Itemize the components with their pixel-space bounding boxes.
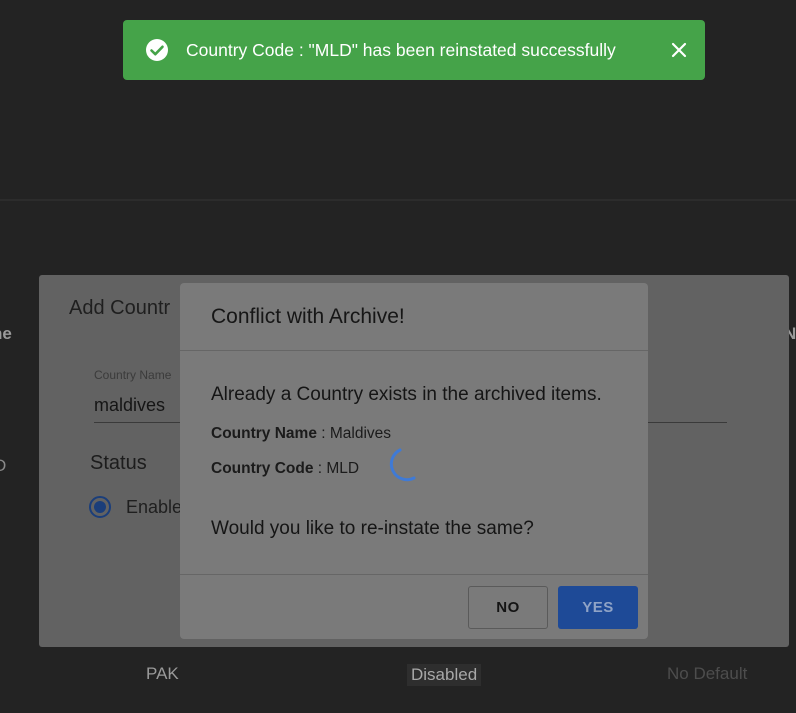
status-heading: Status	[90, 452, 147, 474]
country-name-input[interactable]: maldives	[94, 395, 165, 416]
table-cell-country-code: PAK	[146, 664, 179, 683]
reinstate-question: Would you like to re-instate the same?	[211, 518, 534, 539]
conflict-message: Already a Country exists in the archived…	[211, 384, 602, 405]
table-cell-fragment: D	[0, 456, 7, 475]
conflict-dialog-title: Conflict with Archive!	[211, 305, 405, 328]
country-name-value: Maldives	[329, 425, 392, 442]
dialog-footer-divider	[180, 574, 648, 575]
country-name-field-label: Country Name	[94, 368, 172, 382]
country-code-label: Country Code	[211, 460, 314, 477]
dialog-divider	[180, 350, 648, 351]
close-icon[interactable]	[669, 40, 689, 60]
app-screen: ne N D PAK Disabled No Default Add Count…	[0, 0, 796, 713]
archived-country-name: Country Name : Maldives	[211, 425, 392, 442]
loading-spinner-icon	[389, 448, 416, 482]
no-button[interactable]: NO	[468, 586, 548, 629]
header-divider	[0, 199, 796, 201]
toast-message: Country Code : "MLD" has been reinstated…	[186, 40, 616, 60]
status-enable-label[interactable]: Enable	[126, 497, 182, 518]
country-code-value: MLD	[326, 460, 360, 477]
success-toast: Country Code : "MLD" has been reinstated…	[123, 20, 705, 80]
table-cell-default: No Default	[667, 664, 748, 683]
table-cell-status-badge: Disabled	[407, 664, 482, 686]
country-name-label: Country Name	[211, 425, 317, 442]
archived-country-code: Country Code : MLD	[211, 460, 360, 477]
status-enable-radio[interactable]	[89, 496, 111, 518]
add-country-dialog-title: Add Countr	[69, 297, 171, 319]
column-header-fragment: ne	[0, 324, 12, 343]
yes-button[interactable]: YES	[558, 586, 638, 629]
conflict-dialog: Conflict with Archive! Already a Country…	[180, 283, 648, 639]
check-circle-icon	[146, 39, 168, 61]
